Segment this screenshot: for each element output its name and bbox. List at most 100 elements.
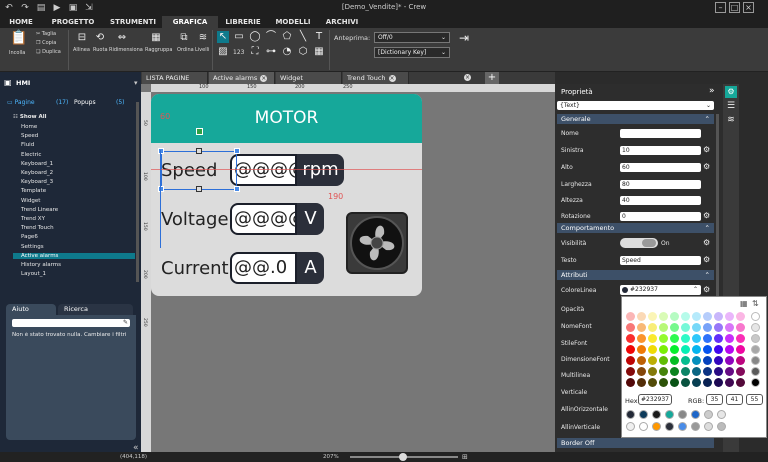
color-swatch[interactable] — [703, 323, 712, 332]
page-list-item[interactable]: Active alarms — [13, 252, 135, 259]
duplicate-button[interactable]: ❏ Duplica — [36, 49, 61, 55]
grid-view-icon[interactable]: ▦ — [740, 299, 748, 308]
line-color-select[interactable]: #232937 ⌃ — [620, 285, 701, 295]
page-list-item[interactable]: Keyboard_1 — [21, 161, 53, 167]
close-icon[interactable]: × — [260, 75, 268, 82]
gear-icon[interactable]: ⚙ — [703, 239, 711, 247]
visibility-toggle[interactable] — [620, 238, 658, 248]
line-icon[interactable]: ╲ — [297, 31, 309, 43]
arrow-right-icon[interactable]: ⇥ — [458, 32, 470, 44]
color-swatch[interactable] — [714, 345, 723, 354]
grey-swatch[interactable] — [751, 345, 760, 354]
color-swatch[interactable] — [626, 367, 635, 376]
color-swatch[interactable] — [692, 356, 701, 365]
color-swatch[interactable] — [648, 356, 657, 365]
close-icon[interactable]: × — [388, 75, 396, 82]
current-unit[interactable]: A — [297, 252, 324, 284]
layers-icon[interactable]: ≋ — [725, 114, 737, 126]
color-swatch[interactable] — [681, 323, 690, 332]
popups-tab[interactable]: Popups — [74, 99, 96, 106]
grey-swatch[interactable] — [751, 312, 760, 321]
page-list-item[interactable]: Trend Lineare — [21, 207, 58, 213]
group-icon[interactable]: ▦ — [150, 32, 162, 44]
tab-active-alarms[interactable]: Active alarms × — [209, 72, 275, 84]
color-swatch[interactable] — [714, 367, 723, 376]
color-swatch[interactable] — [648, 312, 657, 321]
top-input[interactable]: 60 — [620, 163, 701, 172]
voltage-unit[interactable]: V — [297, 203, 324, 235]
color-swatch[interactable] — [626, 312, 635, 321]
recent-color-swatch[interactable] — [704, 410, 713, 419]
color-swatch[interactable] — [648, 378, 657, 387]
color-swatch[interactable] — [736, 356, 745, 365]
recent-color-swatch[interactable] — [691, 410, 700, 419]
recent-color-swatch[interactable] — [652, 422, 661, 431]
recent-color-swatch[interactable] — [639, 422, 648, 431]
color-swatch[interactable] — [626, 323, 635, 332]
color-swatch[interactable] — [659, 345, 668, 354]
color-swatch[interactable] — [637, 323, 646, 332]
color-swatch[interactable] — [692, 345, 701, 354]
color-swatch[interactable] — [703, 367, 712, 376]
rectangle-icon[interactable]: ▭ — [233, 31, 245, 43]
gear-icon[interactable]: ⚙ — [703, 256, 711, 264]
recent-color-swatch[interactable] — [717, 410, 726, 419]
height-input[interactable]: 40 — [620, 196, 701, 205]
gear-icon[interactable]: ⚙ — [703, 212, 711, 220]
color-swatch[interactable] — [736, 312, 745, 321]
zoom-slider-thumb[interactable] — [399, 453, 407, 461]
left-input[interactable]: 10 — [620, 146, 701, 155]
color-swatch[interactable] — [692, 323, 701, 332]
recent-color-swatch[interactable] — [704, 422, 713, 431]
color-swatch[interactable] — [725, 378, 734, 387]
color-swatch[interactable] — [670, 312, 679, 321]
rotate-handle[interactable] — [196, 128, 203, 135]
tree-scrollbar[interactable] — [136, 102, 139, 282]
paste-icon[interactable]: 📋 — [10, 31, 27, 48]
color-swatch[interactable] — [670, 345, 679, 354]
section-behavior[interactable]: Comportamento ⌃ — [557, 223, 714, 233]
shape-icon[interactable]: ⬡ — [297, 46, 309, 58]
color-swatch[interactable] — [670, 378, 679, 387]
color-swatch[interactable] — [703, 345, 712, 354]
speed-label[interactable]: Speed — [161, 160, 217, 181]
color-swatch[interactable] — [648, 334, 657, 343]
color-swatch[interactable] — [703, 334, 712, 343]
recent-color-swatch[interactable] — [665, 410, 674, 419]
zoom-slider[interactable] — [350, 453, 458, 461]
color-swatch[interactable] — [670, 356, 679, 365]
blue-input[interactable]: 55 — [746, 394, 763, 405]
cut-button[interactable]: ✂ Taglia — [36, 31, 56, 37]
recent-color-swatch[interactable] — [626, 422, 635, 431]
color-swatch[interactable] — [692, 378, 701, 387]
tab-help[interactable]: Aiuto — [6, 304, 56, 315]
section-attributes[interactable]: Attributi ⌃ — [557, 270, 714, 280]
page-list-item[interactable]: Page6 — [21, 234, 38, 240]
close-icon[interactable]: × — [464, 74, 471, 81]
color-swatch[interactable] — [703, 378, 712, 387]
color-swatch[interactable] — [681, 312, 690, 321]
page-list-item[interactable]: Layout_1 — [21, 271, 46, 277]
page-list-item[interactable]: Settings — [21, 244, 44, 250]
color-swatch[interactable] — [681, 334, 690, 343]
add-tab-button[interactable]: + — [485, 72, 499, 84]
list-icon[interactable]: ☰ — [725, 100, 737, 112]
color-swatch[interactable] — [670, 323, 679, 332]
name-input[interactable] — [620, 129, 701, 138]
color-swatch[interactable] — [703, 356, 712, 365]
tab-modelli[interactable]: MODELLI — [268, 16, 318, 28]
grey-swatch[interactable] — [751, 367, 760, 376]
color-swatch[interactable] — [659, 367, 668, 376]
properties-icon[interactable]: ⚙ — [725, 86, 737, 98]
page-list-item[interactable]: History alarms — [21, 262, 61, 268]
image-icon[interactable]: ▨ — [217, 46, 229, 58]
resize-handle[interactable] — [196, 148, 202, 154]
color-swatch[interactable] — [637, 312, 646, 321]
color-swatch[interactable] — [714, 312, 723, 321]
resize-handle[interactable] — [234, 148, 240, 154]
gear-icon[interactable]: ⚙ — [703, 146, 711, 154]
color-swatch[interactable] — [725, 323, 734, 332]
hmi-page[interactable]: MOTOR Speed @@@@ rpm Voltage @@@@ V Curr… — [151, 94, 422, 296]
recent-color-swatch[interactable] — [626, 410, 635, 419]
recent-color-swatch[interactable] — [678, 410, 687, 419]
